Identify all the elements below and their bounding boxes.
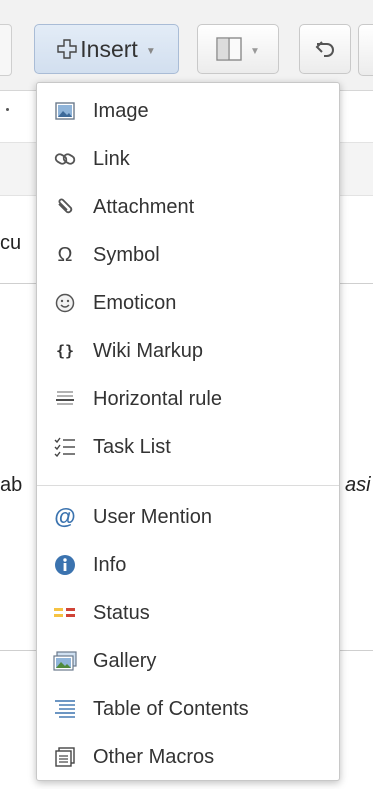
task-list-icon xyxy=(53,435,77,459)
info-icon xyxy=(53,553,77,577)
menu-item-horizontal-rule[interactable]: Horizontal rule xyxy=(37,379,339,419)
table-of-contents-icon xyxy=(53,697,77,721)
menu-item-gallery[interactable]: Gallery xyxy=(37,641,339,681)
braces-icon: {} xyxy=(55,342,75,360)
plus-icon xyxy=(57,39,77,59)
menu-item-label: Emoticon xyxy=(93,292,177,314)
horizontal-rule-icon xyxy=(53,387,77,411)
bullet-dot xyxy=(6,108,9,111)
gallery-icon xyxy=(53,649,77,673)
redo-button[interactable] xyxy=(358,24,373,76)
menu-item-label: Horizontal rule xyxy=(93,388,222,410)
menu-separator xyxy=(37,485,339,486)
menu-item-task-list[interactable]: Task List xyxy=(37,427,339,467)
menu-item-user-mention[interactable]: @ User Mention xyxy=(37,497,339,537)
menu-item-label: Other Macros xyxy=(93,746,215,768)
previous-toolbar-button[interactable] xyxy=(0,24,12,76)
menu-item-table-of-contents[interactable]: Table of Contents xyxy=(37,689,339,729)
editor-text-fragment: asi xyxy=(345,474,371,496)
menu-item-symbol[interactable]: Ω Symbol xyxy=(37,235,339,275)
smiley-icon xyxy=(53,291,77,315)
menu-item-label: Gallery xyxy=(93,650,157,672)
macros-icon xyxy=(53,745,77,769)
menu-item-label: Status xyxy=(93,602,150,624)
paperclip-icon xyxy=(53,195,77,219)
insert-button-label: Insert xyxy=(80,35,138,62)
editor-text-fragment: cu xyxy=(0,232,22,254)
undo-button[interactable] xyxy=(299,24,351,74)
menu-item-label: Wiki Markup xyxy=(93,340,204,362)
chevron-down-icon: ▼ xyxy=(250,45,260,57)
at-icon: @ xyxy=(54,504,76,529)
omega-icon: Ω xyxy=(57,243,73,266)
image-icon xyxy=(53,99,77,123)
menu-item-emoticon[interactable]: Emoticon xyxy=(37,283,339,323)
menu-item-other-macros[interactable]: Other Macros xyxy=(37,737,339,777)
menu-item-info[interactable]: Info xyxy=(37,545,339,585)
status-icon xyxy=(53,601,77,625)
menu-item-attachment[interactable]: Attachment xyxy=(37,187,339,227)
menu-item-label: Image xyxy=(93,100,149,122)
menu-item-status[interactable]: Status xyxy=(37,593,339,633)
menu-item-label: User Mention xyxy=(93,506,212,528)
menu-item-image[interactable]: Image xyxy=(37,91,339,131)
undo-icon xyxy=(315,41,334,57)
menu-item-label: Attachment xyxy=(93,196,195,218)
editor-toolbar: Insert ▼ ▼ xyxy=(0,0,373,91)
chevron-down-icon: ▼ xyxy=(145,45,156,57)
page-layout-icon xyxy=(216,37,242,61)
menu-item-label: Info xyxy=(93,554,127,576)
menu-item-label: Task List xyxy=(93,436,171,458)
link-icon xyxy=(53,147,77,171)
menu-item-label: Link xyxy=(93,148,130,170)
editor-text-fragment: ab xyxy=(0,474,23,496)
insert-menu-button[interactable]: Insert ▼ xyxy=(34,24,179,74)
menu-item-link[interactable]: Link xyxy=(37,139,339,179)
insert-dropdown-menu: Image Link Attachment Ω Symbol Emoticon … xyxy=(36,82,340,781)
menu-item-label: Symbol xyxy=(93,244,160,266)
menu-item-label: Table of Contents xyxy=(93,698,249,720)
page-layout-button[interactable]: ▼ xyxy=(197,24,279,74)
menu-item-wiki-markup[interactable]: {} Wiki Markup xyxy=(37,331,339,371)
